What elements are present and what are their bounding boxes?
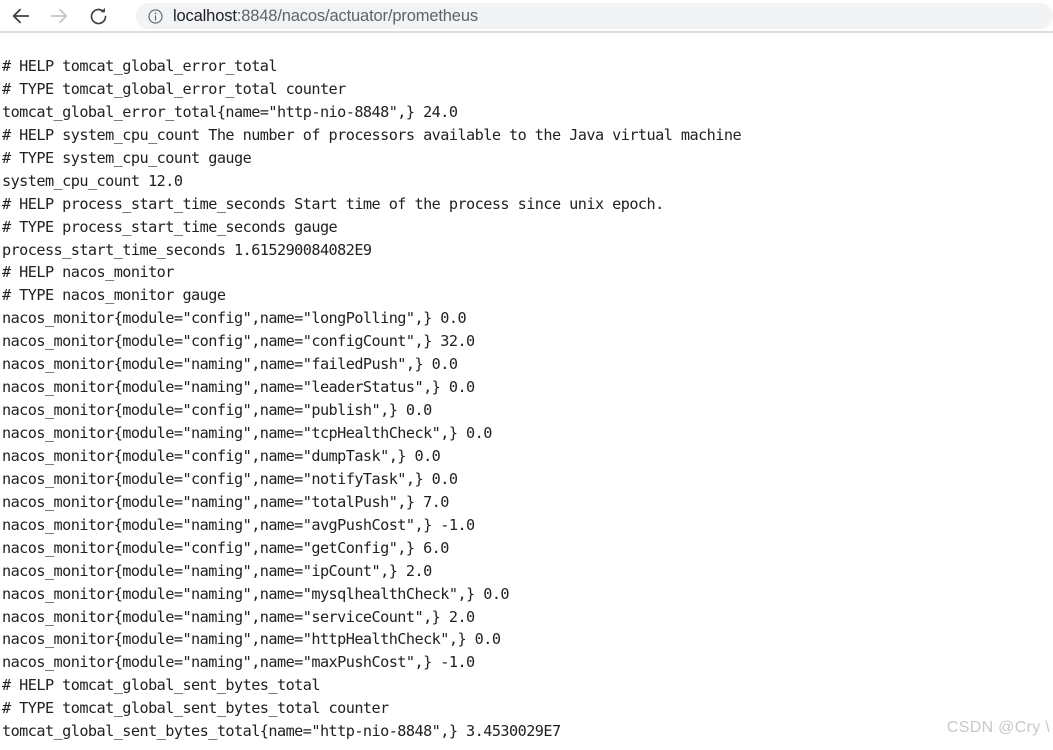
metric-line: # HELP system_cpu_count The number of pr…	[2, 125, 742, 144]
reload-icon	[88, 6, 109, 27]
metric-line: system_cpu_count 12.0	[2, 171, 183, 190]
metric-line: nacos_monitor{module="naming",name="fail…	[2, 355, 458, 374]
prometheus-metrics-output: # HELP tomcat_global_error_total # TYPE …	[0, 33, 1053, 743]
arrow-left-icon	[10, 5, 32, 27]
metric-line: nacos_monitor{module="config",name="noti…	[2, 469, 458, 488]
forward-button[interactable]	[44, 1, 74, 31]
back-button[interactable]	[6, 1, 36, 31]
metric-line: # HELP process_start_time_seconds Start …	[2, 194, 664, 213]
metric-line: nacos_monitor{module="naming",name="http…	[2, 630, 501, 649]
metric-line: nacos_monitor{module="naming",name="tcpH…	[2, 424, 492, 442]
metric-line: nacos_monitor{module="naming",name="lead…	[2, 378, 475, 397]
reload-button[interactable]	[83, 1, 113, 31]
metric-line: nacos_monitor{module="config",name="long…	[2, 309, 467, 328]
metric-line: # HELP nacos_monitor	[2, 263, 183, 282]
metric-line: nacos_monitor{module="naming",name="serv…	[2, 607, 475, 626]
metric-line: # TYPE system_cpu_count gauge	[2, 148, 252, 167]
metric-line: nacos_monitor{module="config",name="conf…	[2, 332, 475, 351]
info-circle-icon[interactable]	[146, 7, 164, 25]
metric-line: nacos_monitor{module="config",name="getC…	[2, 538, 449, 557]
metric-line: nacos_monitor{module="config",name="publ…	[2, 401, 432, 420]
metric-line: nacos_monitor{module="naming",name="maxP…	[2, 653, 475, 672]
url-text: localhost:8848/nacos/actuator/prometheus	[173, 3, 478, 29]
address-bar[interactable]: localhost:8848/nacos/actuator/prometheus	[136, 3, 1053, 29]
page-content-area: # HELP tomcat_global_error_total # TYPE …	[0, 33, 1053, 750]
metric-line: nacos_monitor{module="config",name="dump…	[2, 446, 441, 465]
metric-line: # TYPE process_start_time_seconds gauge	[2, 217, 338, 236]
arrow-right-icon	[48, 5, 70, 27]
metric-line: # TYPE tomcat_global_error_total counter	[2, 79, 346, 98]
metric-line: nacos_monitor{module="naming",name="mysq…	[2, 584, 510, 603]
metric-line: nacos_monitor{module="naming",name="ipCo…	[2, 561, 432, 580]
browser-toolbar: localhost:8848/nacos/actuator/prometheus	[0, 0, 1053, 32]
metric-line: # TYPE nacos_monitor gauge	[2, 286, 226, 305]
metric-line: nacos_monitor{module="naming",name="tota…	[2, 492, 449, 511]
metric-line: # HELP tomcat_global_error_total	[2, 57, 286, 75]
metric-line: process_start_time_seconds 1.61529008408…	[2, 240, 372, 259]
metric-line: nacos_monitor{module="naming",name="avgP…	[2, 515, 475, 534]
metric-line: tomcat_global_sent_bytes_total{name="htt…	[2, 722, 561, 741]
metric-line: tomcat_global_error_total{name="http-nio…	[2, 102, 458, 121]
metric-line: # TYPE tomcat_global_sent_bytes_total co…	[2, 699, 389, 718]
url-host: localhost	[173, 7, 237, 25]
metric-line: # HELP tomcat_global_sent_bytes_total	[2, 676, 329, 695]
url-path: :8848/nacos/actuator/prometheus	[236, 7, 478, 25]
